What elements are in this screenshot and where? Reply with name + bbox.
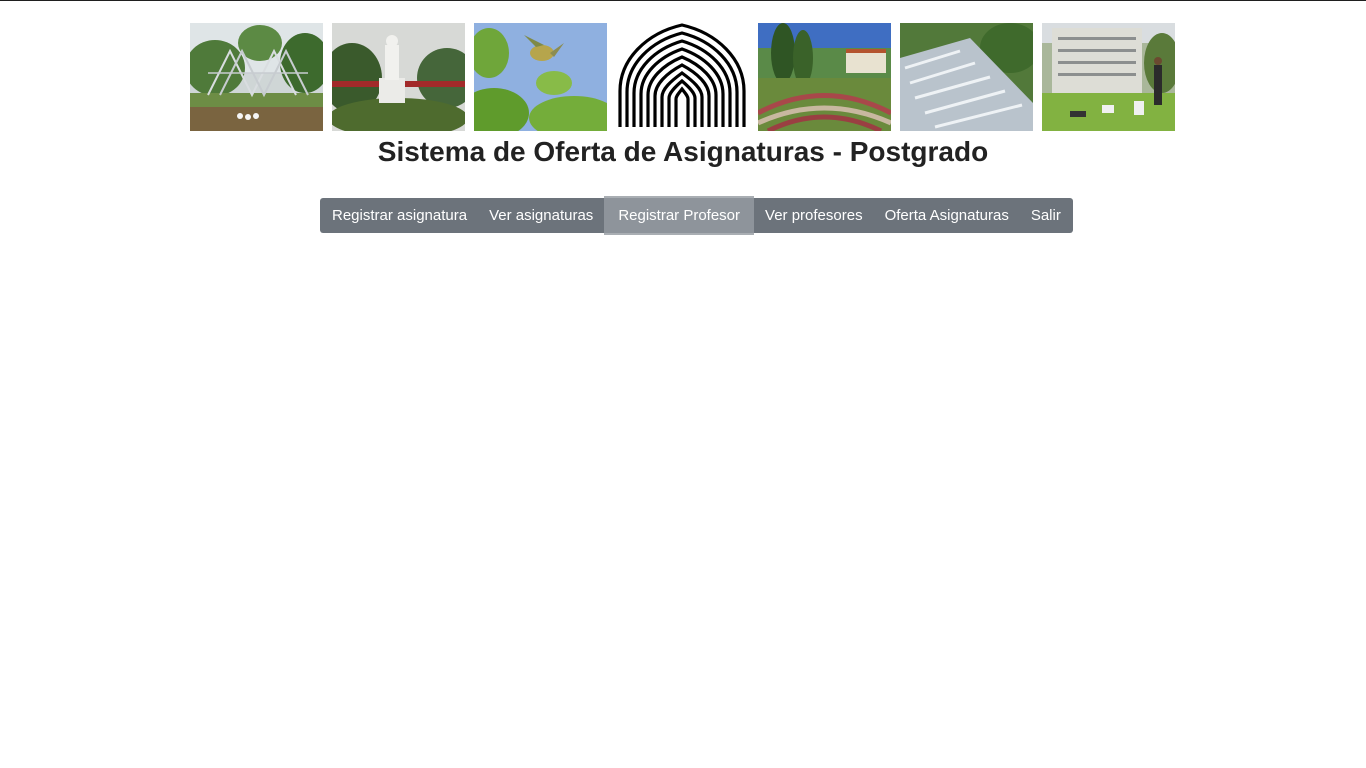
photo-sculpture-pond	[190, 23, 323, 131]
nav-registrar-asignatura[interactable]: Registrar asignatura	[320, 198, 478, 233]
photo-bird-branch	[474, 23, 607, 131]
page-title: Sistema de Oferta de Asignaturas - Postg…	[377, 136, 989, 167]
nav-ver-asignaturas[interactable]: Ver asignaturas	[478, 198, 604, 233]
photo-students-lawn	[1042, 23, 1175, 131]
nav-registrar-profesor[interactable]: Registrar Profesor	[604, 196, 755, 235]
main-navbar: Registrar asignatura Ver asignaturas Reg…	[320, 196, 1073, 235]
top-rule	[0, 0, 1366, 1]
header-banner	[190, 23, 1175, 131]
university-vault-logo	[617, 23, 748, 131]
nav-ver-profesores[interactable]: Ver profesores	[754, 198, 874, 233]
nav-oferta-asignaturas[interactable]: Oferta Asignaturas	[874, 198, 1020, 233]
photo-statue-garden	[332, 23, 465, 131]
nav-salir[interactable]: Salir	[1020, 198, 1073, 233]
photo-campus-garden	[758, 23, 891, 131]
photo-water-steps	[900, 23, 1033, 131]
